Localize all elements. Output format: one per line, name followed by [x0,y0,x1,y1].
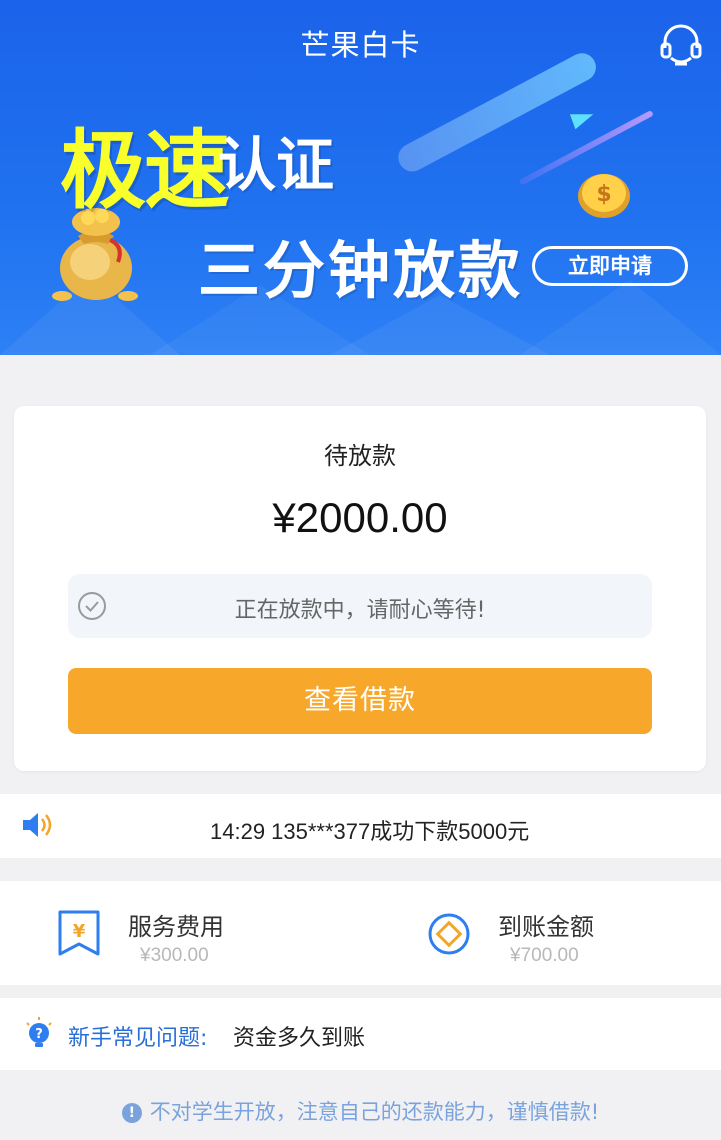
apply-now-button[interactable]: 立即申请 [532,246,688,286]
svg-text:$: $ [596,182,611,207]
speaker-icon [23,813,52,837]
faq-item[interactable]: ? 新手常见问题: 资金多久到账 [0,998,721,1070]
ticker-text: 14:29 135***377成功下款5000元 [210,819,530,844]
disbursing-notice: 正在放款中，请耐心等待! [68,574,652,638]
headset-icon[interactable] [657,22,705,68]
risk-notice: ! 不对学生开放，注意自己的还款能力，谨慎借款! [0,1096,721,1126]
loan-amount: ¥2000.00 [272,494,448,541]
notice-text: 正在放款中，请耐心等待! [234,598,486,623]
page-title: 芒果白卡 [300,28,421,62]
view-loan-button[interactable]: 查看借款 [68,668,652,734]
loan-status: 待放款 [324,442,396,470]
risk-notice-text: 不对学生开放，注意自己的还款能力，谨慎借款! [149,1100,600,1124]
faq-label: 新手常见问题: [68,1026,208,1051]
yen-tag-icon: ¥ [58,910,100,956]
fee-label: 服务费用 [128,913,224,941]
fee-value: ¥300.00 [140,945,209,966]
info-icon: ! [121,1103,142,1123]
lightbulb-icon: ? [26,1017,52,1047]
banner-headline-highlight: 极速 [60,121,230,221]
target-coin-icon [428,913,470,955]
svg-text:?: ? [35,1027,43,1042]
banner-headline: 认证 [218,131,335,199]
service-fee: ¥ 服务费用 ¥300.00 [0,881,360,985]
paper-plane-icon [569,106,597,130]
announcement-ticker: 14:29 135***377成功下款5000元 [0,794,721,858]
received-amount: 到账金额 ¥700.00 [360,881,721,985]
coin-icon: $ [578,174,630,218]
banner-subheadline: 三分钟放款 [198,234,524,307]
svg-text:¥: ¥ [73,921,86,942]
faq-question: 资金多久到账 [233,1026,366,1051]
fee-label: 到账金额 [498,913,594,941]
header-banner: 芒果白卡 $ 极速 认证 三分钟放款 立即申请 [0,0,721,355]
loan-status-card: 待放款 ¥2000.00 正在放款中，请耐心等待! 查看借款 [14,406,706,771]
fee-value: ¥700.00 [510,945,579,966]
fee-summary: ¥ 服务费用 ¥300.00 到账金额 ¥700.00 [0,881,721,985]
